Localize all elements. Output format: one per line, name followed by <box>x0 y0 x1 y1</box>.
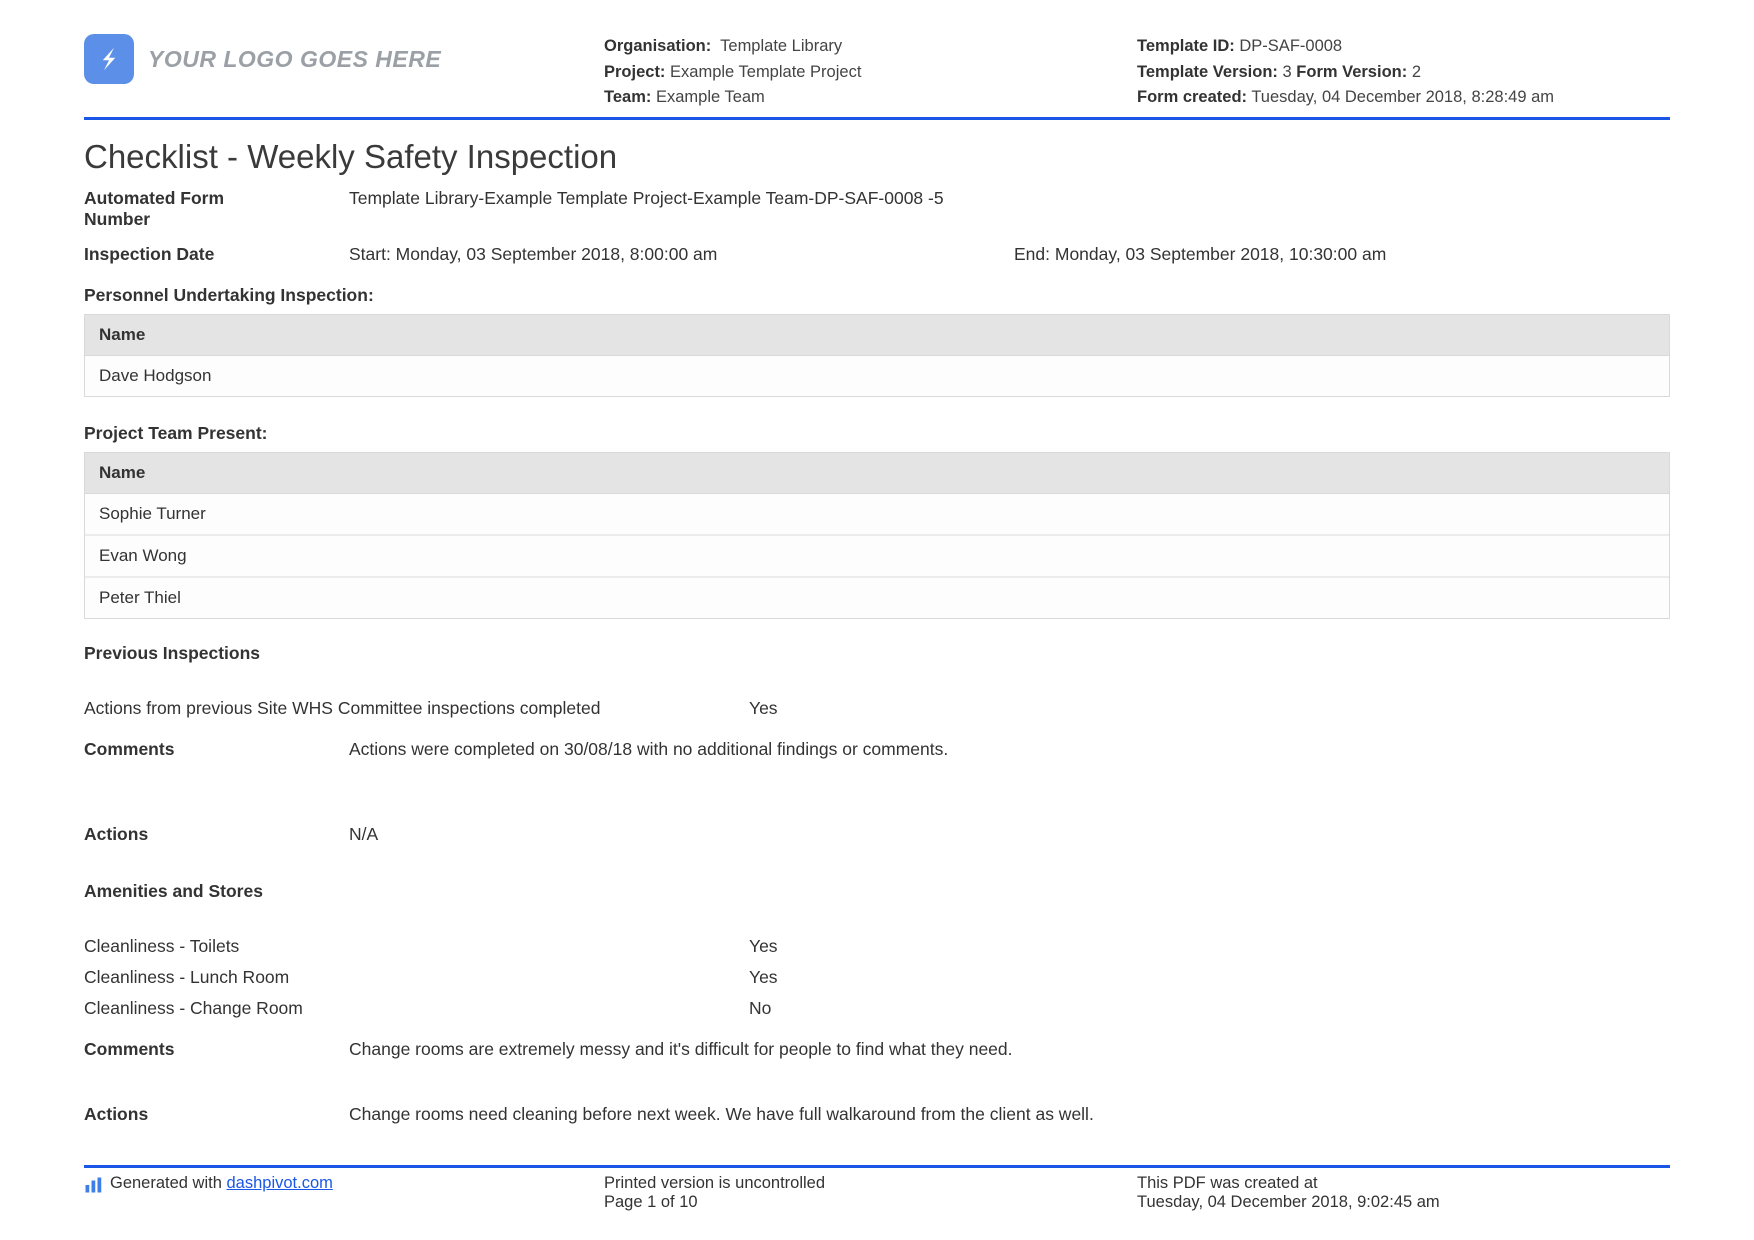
template-id-label: Template ID: <box>1137 37 1235 55</box>
team-table: Name Sophie TurnerEvan WongPeter Thiel <box>84 452 1670 619</box>
comments-label: Comments <box>84 1039 349 1060</box>
team-section-label: Project Team Present: <box>84 423 1670 444</box>
header-meta-right: Template ID: DP-SAF-0008 Template Versio… <box>1137 34 1670 111</box>
table-header-name: Name <box>85 315 1669 356</box>
footer-printed: Printed version is uncontrolled <box>604 1174 1137 1193</box>
template-version-label: Template Version: <box>1137 63 1278 81</box>
document-footer: Generated with dashpivot.com Printed ver… <box>84 1165 1670 1212</box>
inspection-end: End: Monday, 03 September 2018, 10:30:00… <box>1014 244 1670 265</box>
form-version-label: Form Version: <box>1296 63 1407 81</box>
header-meta-left: Organisation: Template Library Project: … <box>604 34 1137 111</box>
actions-label: Actions <box>84 824 349 845</box>
team-value: Example Team <box>656 88 765 106</box>
prev-actions-value: N/A <box>349 824 1670 845</box>
table-row: Evan Wong <box>85 534 1669 576</box>
personnel-section-label: Personnel Undertaking Inspection: <box>84 285 1670 306</box>
comments-label: Comments <box>84 739 349 760</box>
amenities-section-label: Amenities and Stores <box>84 881 1670 902</box>
org-label: Organisation: <box>604 37 711 55</box>
template-version-value: 3 <box>1283 63 1292 81</box>
form-created-value: Tuesday, 04 December 2018, 8:28:49 am <box>1251 88 1554 106</box>
checklist-question: Cleanliness - Change Room <box>84 998 749 1019</box>
footer-created-label: This PDF was created at <box>1137 1174 1670 1193</box>
project-label: Project: <box>604 63 665 81</box>
document-header: YOUR LOGO GOES HERE Organisation: Templa… <box>84 34 1670 120</box>
checklist-row: Cleanliness - Lunch RoomYes <box>84 967 1670 988</box>
checklist-question: Cleanliness - Toilets <box>84 936 749 957</box>
footer-page: Page 1 of 10 <box>604 1193 1137 1212</box>
amen-actions-value: Change rooms need cleaning before next w… <box>349 1104 1670 1125</box>
dashpivot-icon <box>84 1176 102 1194</box>
prev-answer: Yes <box>749 698 1670 719</box>
form-version-value: 2 <box>1412 63 1421 81</box>
checklist-row: Cleanliness - ToiletsYes <box>84 936 1670 957</box>
prev-question: Actions from previous Site WHS Committee… <box>84 698 749 719</box>
footer-link[interactable]: dashpivot.com <box>226 1174 332 1192</box>
project-value: Example Template Project <box>670 63 861 81</box>
checklist-row: Cleanliness - Change RoomNo <box>84 998 1670 1019</box>
previous-inspections-label: Previous Inspections <box>84 643 1670 664</box>
afn-label: Automated Form Number <box>84 188 264 230</box>
inspection-start: Start: Monday, 03 September 2018, 8:00:0… <box>349 244 1014 265</box>
amen-comments-value: Change rooms are extremely messy and it'… <box>349 1039 1670 1060</box>
inspection-date-label: Inspection Date <box>84 244 349 265</box>
footer-created-value: Tuesday, 04 December 2018, 9:02:45 am <box>1137 1193 1670 1212</box>
page-title: Checklist - Weekly Safety Inspection <box>84 138 1670 176</box>
prev-comments-value: Actions were completed on 30/08/18 with … <box>349 739 1670 760</box>
checklist-answer: Yes <box>749 967 1670 988</box>
footer-gen-prefix: Generated with <box>110 1174 226 1192</box>
logo-icon <box>84 34 134 84</box>
table-row: Sophie Turner <box>85 494 1669 534</box>
actions-label: Actions <box>84 1104 349 1125</box>
table-header-name: Name <box>85 453 1669 494</box>
table-row: Peter Thiel <box>85 576 1669 618</box>
afn-value: Template Library-Example Template Projec… <box>264 188 1670 230</box>
org-value: Template Library <box>720 37 842 55</box>
form-created-label: Form created: <box>1137 88 1247 106</box>
logo-text: YOUR LOGO GOES HERE <box>148 46 441 73</box>
personnel-table: Name Dave Hodgson <box>84 314 1670 397</box>
template-id-value: DP-SAF-0008 <box>1239 37 1342 55</box>
team-label: Team: <box>604 88 651 106</box>
checklist-question: Cleanliness - Lunch Room <box>84 967 749 988</box>
table-row: Dave Hodgson <box>85 356 1669 396</box>
checklist-answer: No <box>749 998 1670 1019</box>
checklist-answer: Yes <box>749 936 1670 957</box>
